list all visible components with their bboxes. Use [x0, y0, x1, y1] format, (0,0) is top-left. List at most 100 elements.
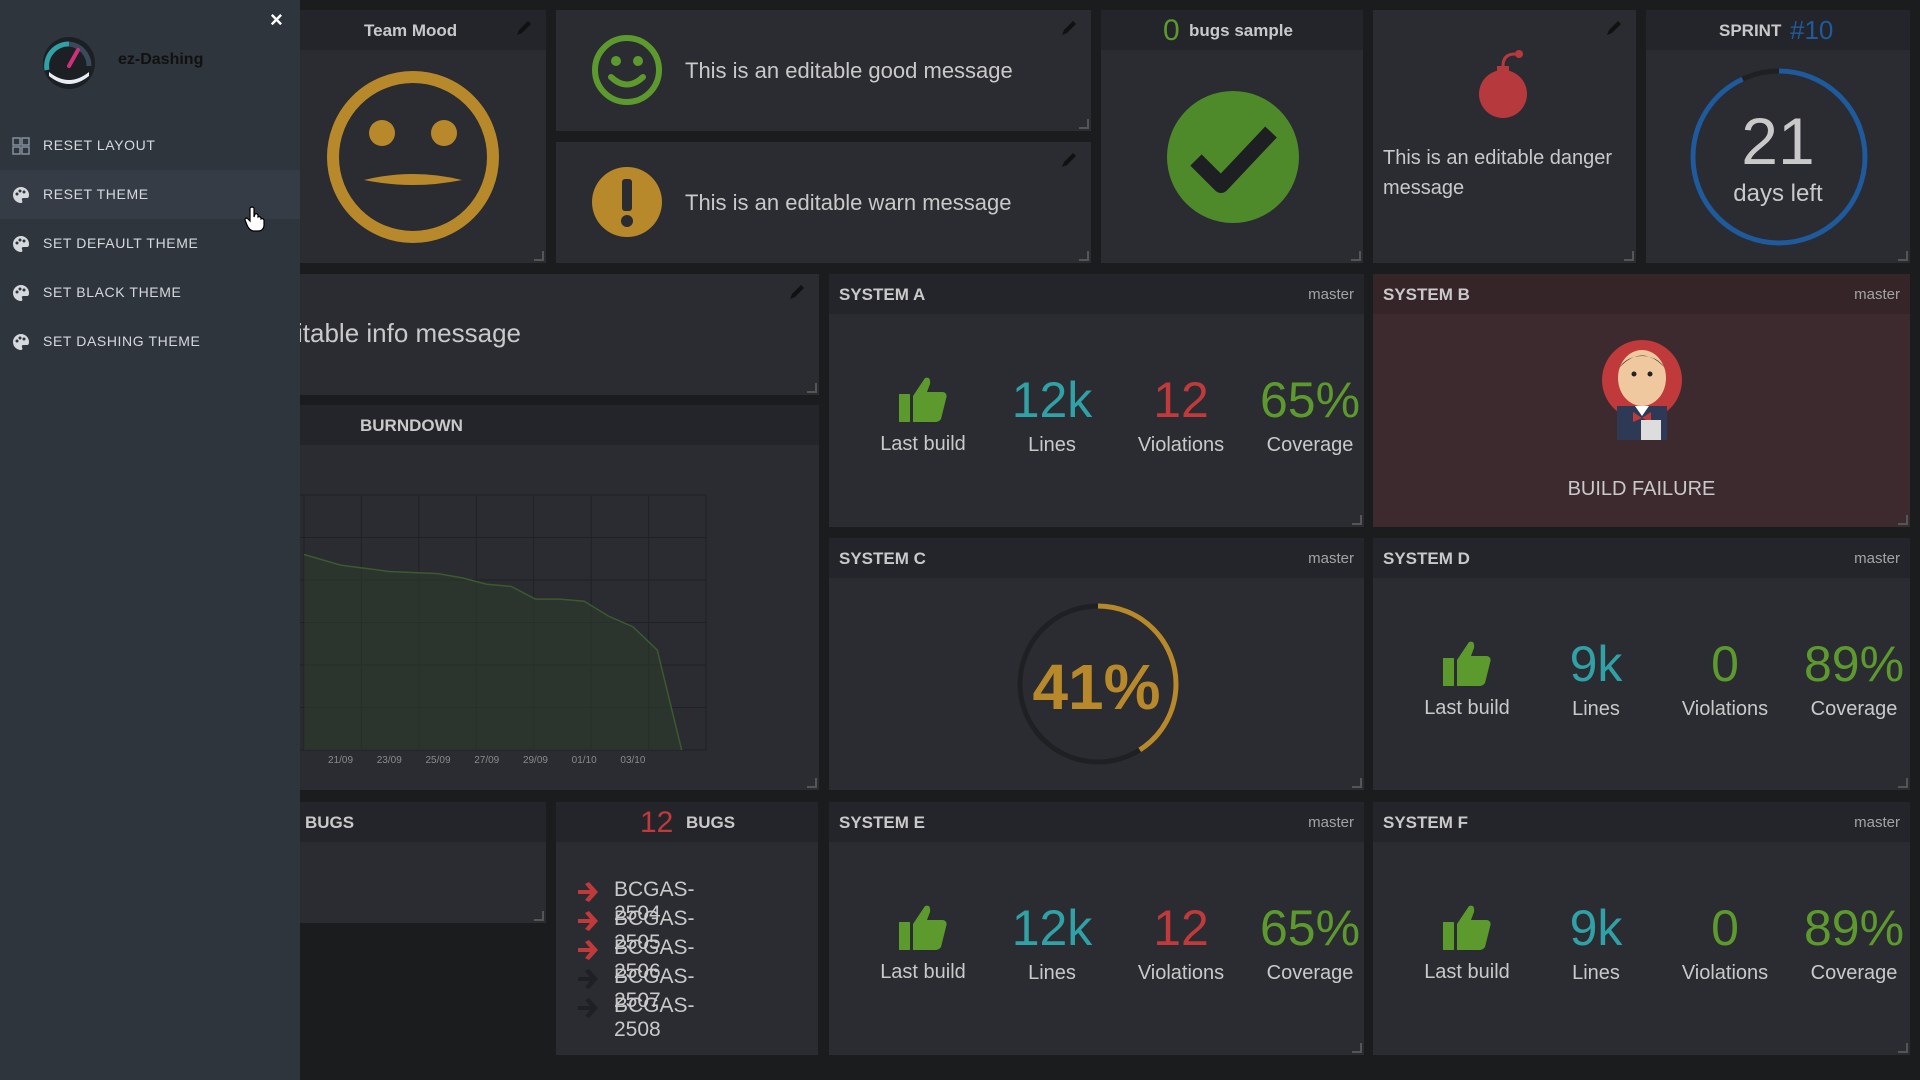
thumbs-up-icon [1443, 905, 1491, 950]
coverage-stat: 89% Coverage [1789, 636, 1910, 721]
x-tick-label: 03/10 [620, 755, 645, 766]
resize-handle[interactable] [1079, 119, 1089, 129]
last-build-stat: Last build [858, 902, 988, 984]
system-f-tile: SYSTEM F master Last build 9k Lines 0 Vi… [1373, 802, 1910, 1055]
branch-label: master [1854, 550, 1900, 567]
warn-message-tile: This is an editable warn message [556, 142, 1091, 263]
resize-handle[interactable] [534, 251, 544, 261]
violations-label: Violations [1681, 962, 1769, 984]
x-tick-label: 23/09 [377, 755, 402, 766]
coverage-stat: 65% Coverage [1245, 900, 1364, 985]
hand-cursor-icon [244, 206, 265, 232]
branch-label: master [1854, 814, 1900, 831]
thumbs-up-icon [899, 377, 947, 422]
resize-handle[interactable] [1351, 251, 1361, 261]
coverage-label: Coverage [1810, 962, 1898, 984]
coverage-stat: 65% Coverage [1245, 372, 1364, 457]
violations-stat: 0 Violations [1660, 636, 1790, 721]
coverage-label: Coverage [1266, 434, 1354, 456]
edit-pencil-icon[interactable] [1604, 18, 1624, 38]
lines-value: 12k [1011, 372, 1093, 428]
edit-pencil-icon[interactable] [787, 282, 807, 302]
menu-item-reset-layout[interactable]: RESET LAYOUT [0, 121, 300, 170]
lines-value: 12k [1011, 900, 1093, 956]
edit-pencil-icon[interactable] [1059, 18, 1079, 38]
resize-handle[interactable] [807, 383, 817, 393]
last-build-stat: Last build [858, 374, 988, 456]
branch-label: master [1308, 814, 1354, 831]
lines-value: 9k [1569, 900, 1623, 956]
lines-stat: 12k Lines [987, 372, 1117, 457]
last-build-stat: Last build [1402, 638, 1532, 720]
x-tick-label: 27/09 [474, 755, 499, 766]
coverage-value: 65% [1259, 372, 1361, 428]
violations-label: Violations [1137, 434, 1225, 456]
system-name: SYSTEM A [839, 285, 926, 304]
bugs-summary-title: BUGS [305, 813, 355, 832]
arrow-right-icon [578, 998, 598, 1018]
edit-pencil-icon[interactable] [514, 18, 534, 38]
good-message-text: This is an editable good message [685, 58, 1013, 83]
palette-icon [13, 285, 29, 301]
tile-title: Team Mood [364, 21, 458, 40]
last-build-label: Last build [880, 433, 966, 455]
branch-label: master [1854, 286, 1900, 303]
tile-header: SYSTEM F master [1373, 802, 1910, 842]
coverage-value: 89% [1803, 900, 1905, 956]
thumbs-up-icon [899, 905, 947, 950]
system-e-tile: SYSTEM E master Last build 12k Lines 12 … [829, 802, 1364, 1055]
info-message-tile: itable info message [244, 274, 819, 395]
edit-pencil-icon[interactable] [1059, 150, 1079, 170]
last-build-label: Last build [880, 961, 966, 983]
resize-handle[interactable] [1898, 251, 1908, 261]
smiley-icon [592, 35, 662, 105]
resize-handle[interactable] [1352, 1043, 1362, 1053]
exclamation-icon [592, 167, 662, 237]
palette-icon [13, 334, 29, 350]
close-icon[interactable]: × [270, 7, 283, 33]
lines-label: Lines [1572, 962, 1620, 984]
resize-handle[interactable] [807, 778, 817, 788]
bugs-sample-count: 0 [1163, 14, 1180, 47]
tile-header: 12 BUGS [556, 802, 818, 842]
check-circle-icon [1167, 91, 1299, 223]
violations-value: 0 [1711, 900, 1739, 956]
resize-handle[interactable] [1898, 515, 1908, 525]
menu-item-label: RESET THEME [43, 186, 149, 202]
warn-message-text: This is an editable warn message [685, 190, 1012, 215]
coverage-label: Coverage [1266, 962, 1354, 984]
coverage-percent: 41% [1032, 651, 1161, 723]
tile-header: 0 bugs sample [1101, 10, 1363, 50]
resize-handle[interactable] [1352, 778, 1362, 788]
system-d-tile: SYSTEM D master Last build 9k Lines 0 Vi… [1373, 538, 1910, 790]
coverage-stat: 89% Coverage [1789, 900, 1910, 985]
arrow-right-icon [578, 940, 598, 960]
menu-item-label: SET BLACK THEME [43, 284, 182, 300]
bomb-icon [1479, 50, 1527, 118]
build-status-text: BUILD FAILURE [1567, 478, 1716, 500]
sprint-days-label: days left [1733, 180, 1823, 207]
lines-stat: 12k Lines [987, 900, 1117, 985]
resize-handle[interactable] [1898, 1043, 1908, 1053]
x-tick-label: 01/10 [572, 755, 597, 766]
coverage-value: 65% [1259, 900, 1361, 956]
last-build-label: Last build [1424, 961, 1510, 983]
system-name: SYSTEM C [839, 549, 926, 568]
bug-id: BCGAS-2508 [614, 994, 695, 1041]
resize-handle[interactable] [1624, 251, 1634, 261]
tile-header: SYSTEM D master [1373, 538, 1910, 578]
resize-handle[interactable] [1079, 251, 1089, 261]
resize-handle[interactable] [1352, 515, 1362, 525]
coverage-value: 89% [1803, 636, 1905, 692]
resize-handle[interactable] [534, 911, 544, 921]
branch-label: master [1308, 550, 1354, 567]
menu-item-set-dashing-theme[interactable]: SET DASHING THEME [0, 317, 300, 366]
neutral-face-icon [327, 71, 499, 243]
menu-item-set-black-theme[interactable]: SET BLACK THEME [0, 268, 300, 317]
x-tick-label: 25/09 [425, 755, 450, 766]
resize-handle[interactable] [1898, 778, 1908, 788]
lines-label: Lines [1028, 434, 1076, 456]
sprint-number: #10 [1790, 15, 1834, 45]
layout-grid-icon [12, 137, 30, 155]
lines-value: 9k [1569, 636, 1623, 692]
